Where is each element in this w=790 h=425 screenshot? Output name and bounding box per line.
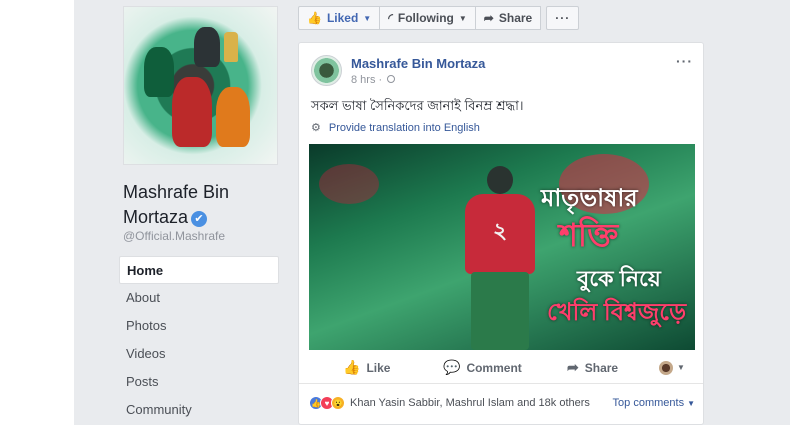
- following-label: Following: [397, 11, 454, 25]
- nav-item-home[interactable]: Home: [119, 256, 279, 284]
- post-text: সকল ভাষা সৈনিকদের জানাই বিনম্র শ্রদ্ধা।: [311, 98, 524, 113]
- following-button[interactable]: ◜ Following ▼: [379, 6, 476, 30]
- post-time-text: 8 hrs: [351, 74, 376, 86]
- reactions-summary-link[interactable]: Khan Yasin Sabbir, Mashrul Islam and 18k…: [350, 397, 590, 409]
- chevron-down-icon: ▼: [363, 13, 372, 23]
- page-title[interactable]: Mashrafe Bin Mortaza ✔: [123, 180, 273, 230]
- post-as-selector[interactable]: ▼: [659, 360, 685, 375]
- reactions-row: 👍 ♥ 😮 Khan Yasin Sabbir, Mashrul Islam a…: [309, 393, 695, 413]
- page-nav: Home About Photos Videos Posts Community: [119, 256, 279, 424]
- wow-reaction-icon[interactable]: 😮: [331, 396, 345, 410]
- image-caption-line-2: শক্তি: [559, 217, 619, 253]
- nav-item-about[interactable]: About: [119, 284, 279, 312]
- share-page-button[interactable]: ➦ Share: [474, 6, 542, 30]
- author-avatar[interactable]: [311, 55, 342, 86]
- nav-item-community[interactable]: Community: [119, 396, 279, 424]
- page-background: Mashrafe Bin Mortaza ✔ @Official.Mashrafe…: [74, 0, 790, 425]
- cover-figure: [172, 77, 212, 147]
- share-label: Share: [584, 360, 619, 375]
- comment-button[interactable]: 💬 Comment: [443, 359, 522, 376]
- translate-link[interactable]: ⚙ Provide translation into English: [311, 121, 480, 134]
- trophy-icon: [224, 32, 238, 62]
- chevron-down-icon: ▼: [677, 363, 685, 372]
- like-label: Like: [366, 360, 391, 375]
- post-timestamp[interactable]: 8 hrs ·: [351, 74, 396, 86]
- top-comments-dropdown[interactable]: Top comments ▼: [613, 397, 695, 409]
- like-button[interactable]: 👍 Like: [343, 359, 390, 376]
- nav-item-photos[interactable]: Photos: [119, 312, 279, 340]
- profile-cover-photo[interactable]: [123, 6, 278, 165]
- globe-icon: [387, 75, 396, 83]
- nav-item-posts[interactable]: Posts: [119, 368, 279, 396]
- post-author-link[interactable]: Mashrafe Bin Mortaza: [351, 56, 485, 71]
- more-options-button[interactable]: ···: [546, 6, 580, 30]
- comment-label: Comment: [466, 360, 522, 375]
- post-card: Mashrafe Bin Mortaza 8 hrs · ··· সকল ভাষ…: [298, 42, 704, 425]
- verified-badge-icon: ✔: [191, 211, 208, 227]
- post-actions-bar: 👍 Like 💬 Comment ➦ Share ▼: [299, 352, 703, 384]
- share-arrow-icon: ➦: [483, 11, 494, 25]
- top-comments-label: Top comments: [612, 397, 685, 409]
- player-head: [487, 166, 513, 194]
- cover-figure: [194, 27, 220, 67]
- paint-splash: [319, 164, 379, 204]
- cover-figure: [216, 87, 250, 147]
- share-page-label: Share: [498, 11, 533, 25]
- liked-label: Liked: [326, 11, 359, 25]
- page-action-bar: 👍 Liked ▼ ◜ Following ▼ ➦ Share ···: [298, 6, 580, 30]
- jersey-number: ২: [492, 218, 508, 243]
- player-legs: [471, 272, 529, 350]
- liked-button[interactable]: 👍 Liked ▼: [298, 6, 381, 30]
- thumbs-up-icon: 👍: [307, 11, 322, 25]
- share-button[interactable]: ➦ Share: [567, 359, 618, 376]
- avatar: [659, 360, 673, 375]
- player-figure: ২: [449, 154, 549, 350]
- post-image[interactable]: ২ মাতৃভাষার শক্তি বুকে নিয়ে খেলি বিশ্বজ…: [309, 144, 695, 350]
- nav-item-videos[interactable]: Videos: [119, 340, 279, 368]
- cover-figure: [144, 47, 174, 97]
- thumbs-up-icon: 👍: [343, 359, 361, 375]
- chevron-down-icon: ▼: [458, 13, 467, 23]
- translate-label: Provide translation into English: [328, 122, 480, 134]
- rss-icon: ◜: [388, 11, 393, 25]
- speech-bubble-icon: 💬: [443, 359, 461, 375]
- page-handle[interactable]: @Official.Mashrafe: [123, 229, 225, 243]
- share-arrow-icon: ➦: [567, 359, 579, 375]
- page-title-text: Mashrafe Bin Mortaza: [123, 182, 230, 227]
- post-options-button[interactable]: ···: [676, 53, 693, 69]
- gear-icon: ⚙: [311, 122, 321, 134]
- chevron-down-icon: ▼: [687, 399, 695, 408]
- image-caption-line-4: খেলি বিশ্বজুড়ে: [547, 299, 687, 326]
